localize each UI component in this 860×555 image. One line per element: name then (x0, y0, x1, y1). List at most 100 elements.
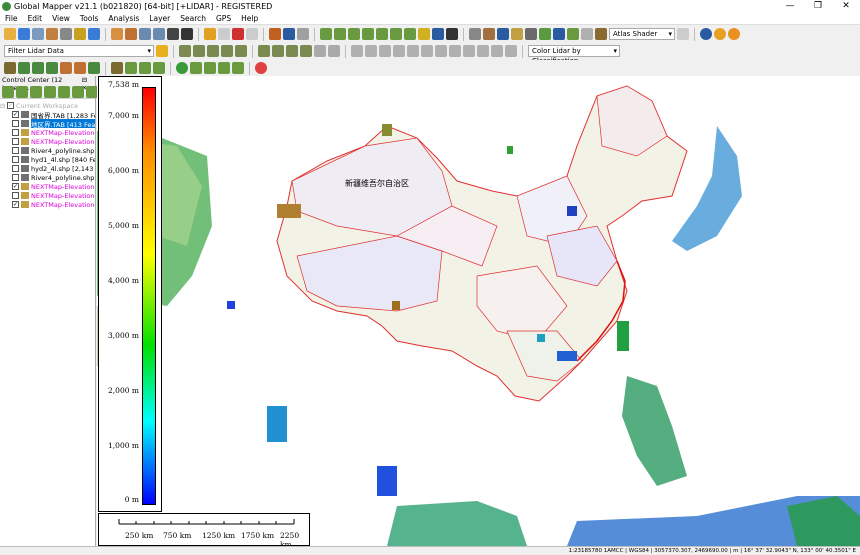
map-canvas[interactable]: 新疆维吾尔自治区 (97, 76, 860, 546)
shader-settings-icon[interactable] (677, 28, 689, 40)
layer-checkbox[interactable] (12, 147, 19, 154)
grid-terrain-icon[interactable] (404, 28, 416, 40)
layer-checkbox[interactable]: ✓ (12, 183, 19, 190)
menu-help[interactable]: Help (236, 14, 263, 23)
vegetation-icon[interactable] (46, 62, 58, 74)
fly-icon[interactable] (190, 62, 202, 74)
layer-row[interactable]: hyd1_4l.shp [840 Feat (0, 155, 95, 164)
star-icon[interactable] (156, 45, 168, 57)
table-icon[interactable] (469, 28, 481, 40)
layer-checkbox[interactable] (12, 174, 19, 181)
lidar-noise-icon[interactable] (300, 45, 312, 57)
menu-layer[interactable]: Layer (144, 14, 175, 23)
lidar-edit-icon[interactable] (207, 45, 219, 57)
measure-icon[interactable] (269, 28, 281, 40)
layer-row[interactable]: 地区界.TAB [413 Feat (0, 119, 95, 128)
terrain-icon[interactable] (320, 28, 332, 40)
lidar-cut-icon[interactable] (314, 45, 326, 57)
control-center-icon[interactable] (74, 28, 86, 40)
home-icon[interactable] (181, 28, 193, 40)
ruler-icon[interactable] (505, 45, 517, 57)
buffer-icon[interactable] (449, 45, 461, 57)
layer-metadata-icon[interactable] (30, 86, 42, 98)
layer-checkbox[interactable] (12, 192, 19, 199)
forest-icon[interactable] (32, 62, 44, 74)
layer-checkbox[interactable] (12, 129, 19, 136)
filter-lidar-select[interactable]: Filter Lidar Data (4, 45, 154, 57)
scale-icon[interactable] (379, 45, 391, 57)
hill-icon[interactable] (125, 62, 137, 74)
maximize-button[interactable]: ❐ (804, 1, 832, 11)
mountain-icon[interactable] (111, 62, 123, 74)
record-icon[interactable] (232, 62, 244, 74)
cancel-x-icon[interactable] (446, 28, 458, 40)
zoom-out-icon[interactable] (153, 28, 165, 40)
compass-icon[interactable] (497, 28, 509, 40)
volume-icon[interactable] (390, 28, 402, 40)
pick-icon[interactable] (483, 28, 495, 40)
menu-search[interactable]: Search (175, 14, 211, 23)
menu-edit[interactable]: Edit (23, 14, 48, 23)
lidar-veg-icon[interactable] (286, 45, 298, 57)
layer-row[interactable]: NEXTMap-Elevation- (0, 137, 95, 146)
lidar-select-icon[interactable] (235, 45, 247, 57)
slope-icon[interactable] (567, 28, 579, 40)
layer-checkbox[interactable] (12, 156, 19, 163)
grid-icon[interactable] (88, 28, 100, 40)
calculator-icon[interactable] (432, 28, 444, 40)
save-icon[interactable] (18, 28, 30, 40)
delete-icon[interactable] (232, 28, 244, 40)
minimize-button[interactable]: — (776, 1, 804, 11)
viewshed-icon[interactable] (376, 28, 388, 40)
waypoint-icon[interactable] (218, 62, 230, 74)
profile-icon[interactable] (334, 28, 346, 40)
layer-down-icon[interactable] (58, 86, 70, 98)
open-folder-icon[interactable] (4, 28, 16, 40)
feature-icon[interactable] (4, 62, 16, 74)
lidar-draw-icon[interactable] (179, 45, 191, 57)
contour-icon[interactable] (348, 28, 360, 40)
layer-row[interactable]: River4_polyline.shp [1 (0, 173, 95, 182)
shade-icon[interactable] (511, 28, 523, 40)
menu-tools[interactable]: Tools (75, 14, 103, 23)
area-icon[interactable] (477, 45, 489, 57)
tree-icon[interactable] (18, 62, 30, 74)
lidar-line-icon[interactable] (193, 45, 205, 57)
layer-options-icon[interactable] (16, 86, 28, 98)
digitize-icon[interactable] (218, 28, 230, 40)
rotate-icon[interactable] (365, 45, 377, 57)
info-icon[interactable] (283, 28, 295, 40)
wrench-icon[interactable] (60, 28, 72, 40)
reshape-icon[interactable] (393, 45, 405, 57)
layer-row[interactable]: NEXTMap-Elevation- (0, 191, 95, 200)
sun-shading-icon[interactable] (714, 28, 726, 40)
map-grid-icon[interactable] (153, 62, 165, 74)
watershed-icon[interactable] (362, 28, 374, 40)
lidar-building-icon[interactable] (272, 45, 284, 57)
lidar-class-icon[interactable] (221, 45, 233, 57)
workspace-root[interactable]: ⊟ ✓ Current Workspace (0, 101, 95, 110)
lidar-ground-icon[interactable] (258, 45, 270, 57)
color-wheel-icon[interactable] (255, 62, 267, 74)
move-icon[interactable] (351, 45, 363, 57)
chart-icon[interactable] (418, 28, 430, 40)
path-icon[interactable] (204, 62, 216, 74)
back-arrow-icon[interactable] (167, 28, 179, 40)
line-icon[interactable] (463, 45, 475, 57)
lighting-icon[interactable] (728, 28, 740, 40)
layer-checkbox[interactable]: ✓ (12, 111, 19, 118)
layer-row[interactable]: ✓ NEXTMap-Elevation- (0, 200, 95, 209)
layer-checkbox[interactable]: ✓ (12, 201, 19, 208)
menu-analysis[interactable]: Analysis (103, 14, 144, 23)
menu-gps[interactable]: GPS (211, 14, 236, 23)
edit-pencil-icon[interactable] (204, 28, 216, 40)
workspace-checkbox[interactable]: ✓ (7, 102, 14, 109)
add-layer-icon[interactable] (2, 86, 14, 98)
layer-zoom-icon[interactable] (72, 86, 84, 98)
filter-icon[interactable] (581, 28, 593, 40)
layer-row[interactable]: NEXTMap-Elevation- (0, 128, 95, 137)
play-icon[interactable] (176, 62, 188, 74)
search-icon[interactable] (297, 28, 309, 40)
layer-up-icon[interactable] (44, 86, 56, 98)
layer-row[interactable]: hyd2_4l.shp [2,143 Fea (0, 164, 95, 173)
